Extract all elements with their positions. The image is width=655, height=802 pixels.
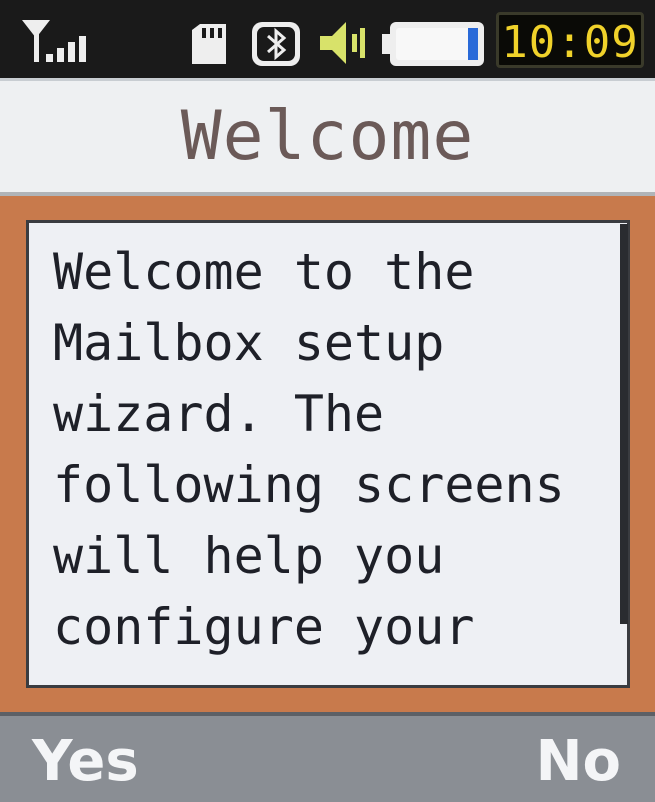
message-line: will help you	[53, 527, 445, 585]
memory-card-icon	[192, 24, 226, 64]
no-softkey[interactable]: No	[536, 730, 621, 794]
softkey-bar: Yes No	[0, 712, 655, 802]
message-line: following screens	[53, 456, 565, 514]
clock: 10:09	[496, 12, 644, 68]
message-line: Mailbox setup	[53, 314, 445, 372]
title-bar: Welcome	[0, 78, 655, 196]
volume-icon	[320, 22, 365, 64]
bluetooth-icon	[252, 22, 300, 66]
yes-softkey[interactable]: Yes	[32, 730, 139, 794]
battery-icon	[382, 22, 484, 66]
page-title: Welcome	[180, 97, 475, 176]
signal-icon	[22, 20, 86, 62]
phone-screen: 10:09 Welcome Welcome to the Mailbox set…	[0, 0, 655, 802]
message-line: Welcome to the	[53, 243, 475, 301]
message-text: Welcome to the Mailbox setup wizard. The…	[53, 237, 613, 663]
status-bar: 10:09	[0, 0, 655, 78]
message-line: configure your	[53, 598, 475, 656]
message-box: Welcome to the Mailbox setup wizard. The…	[26, 220, 630, 688]
scrollbar[interactable]	[620, 224, 628, 624]
content-frame: Welcome to the Mailbox setup wizard. The…	[0, 196, 655, 712]
message-line: wizard. The	[53, 385, 385, 443]
